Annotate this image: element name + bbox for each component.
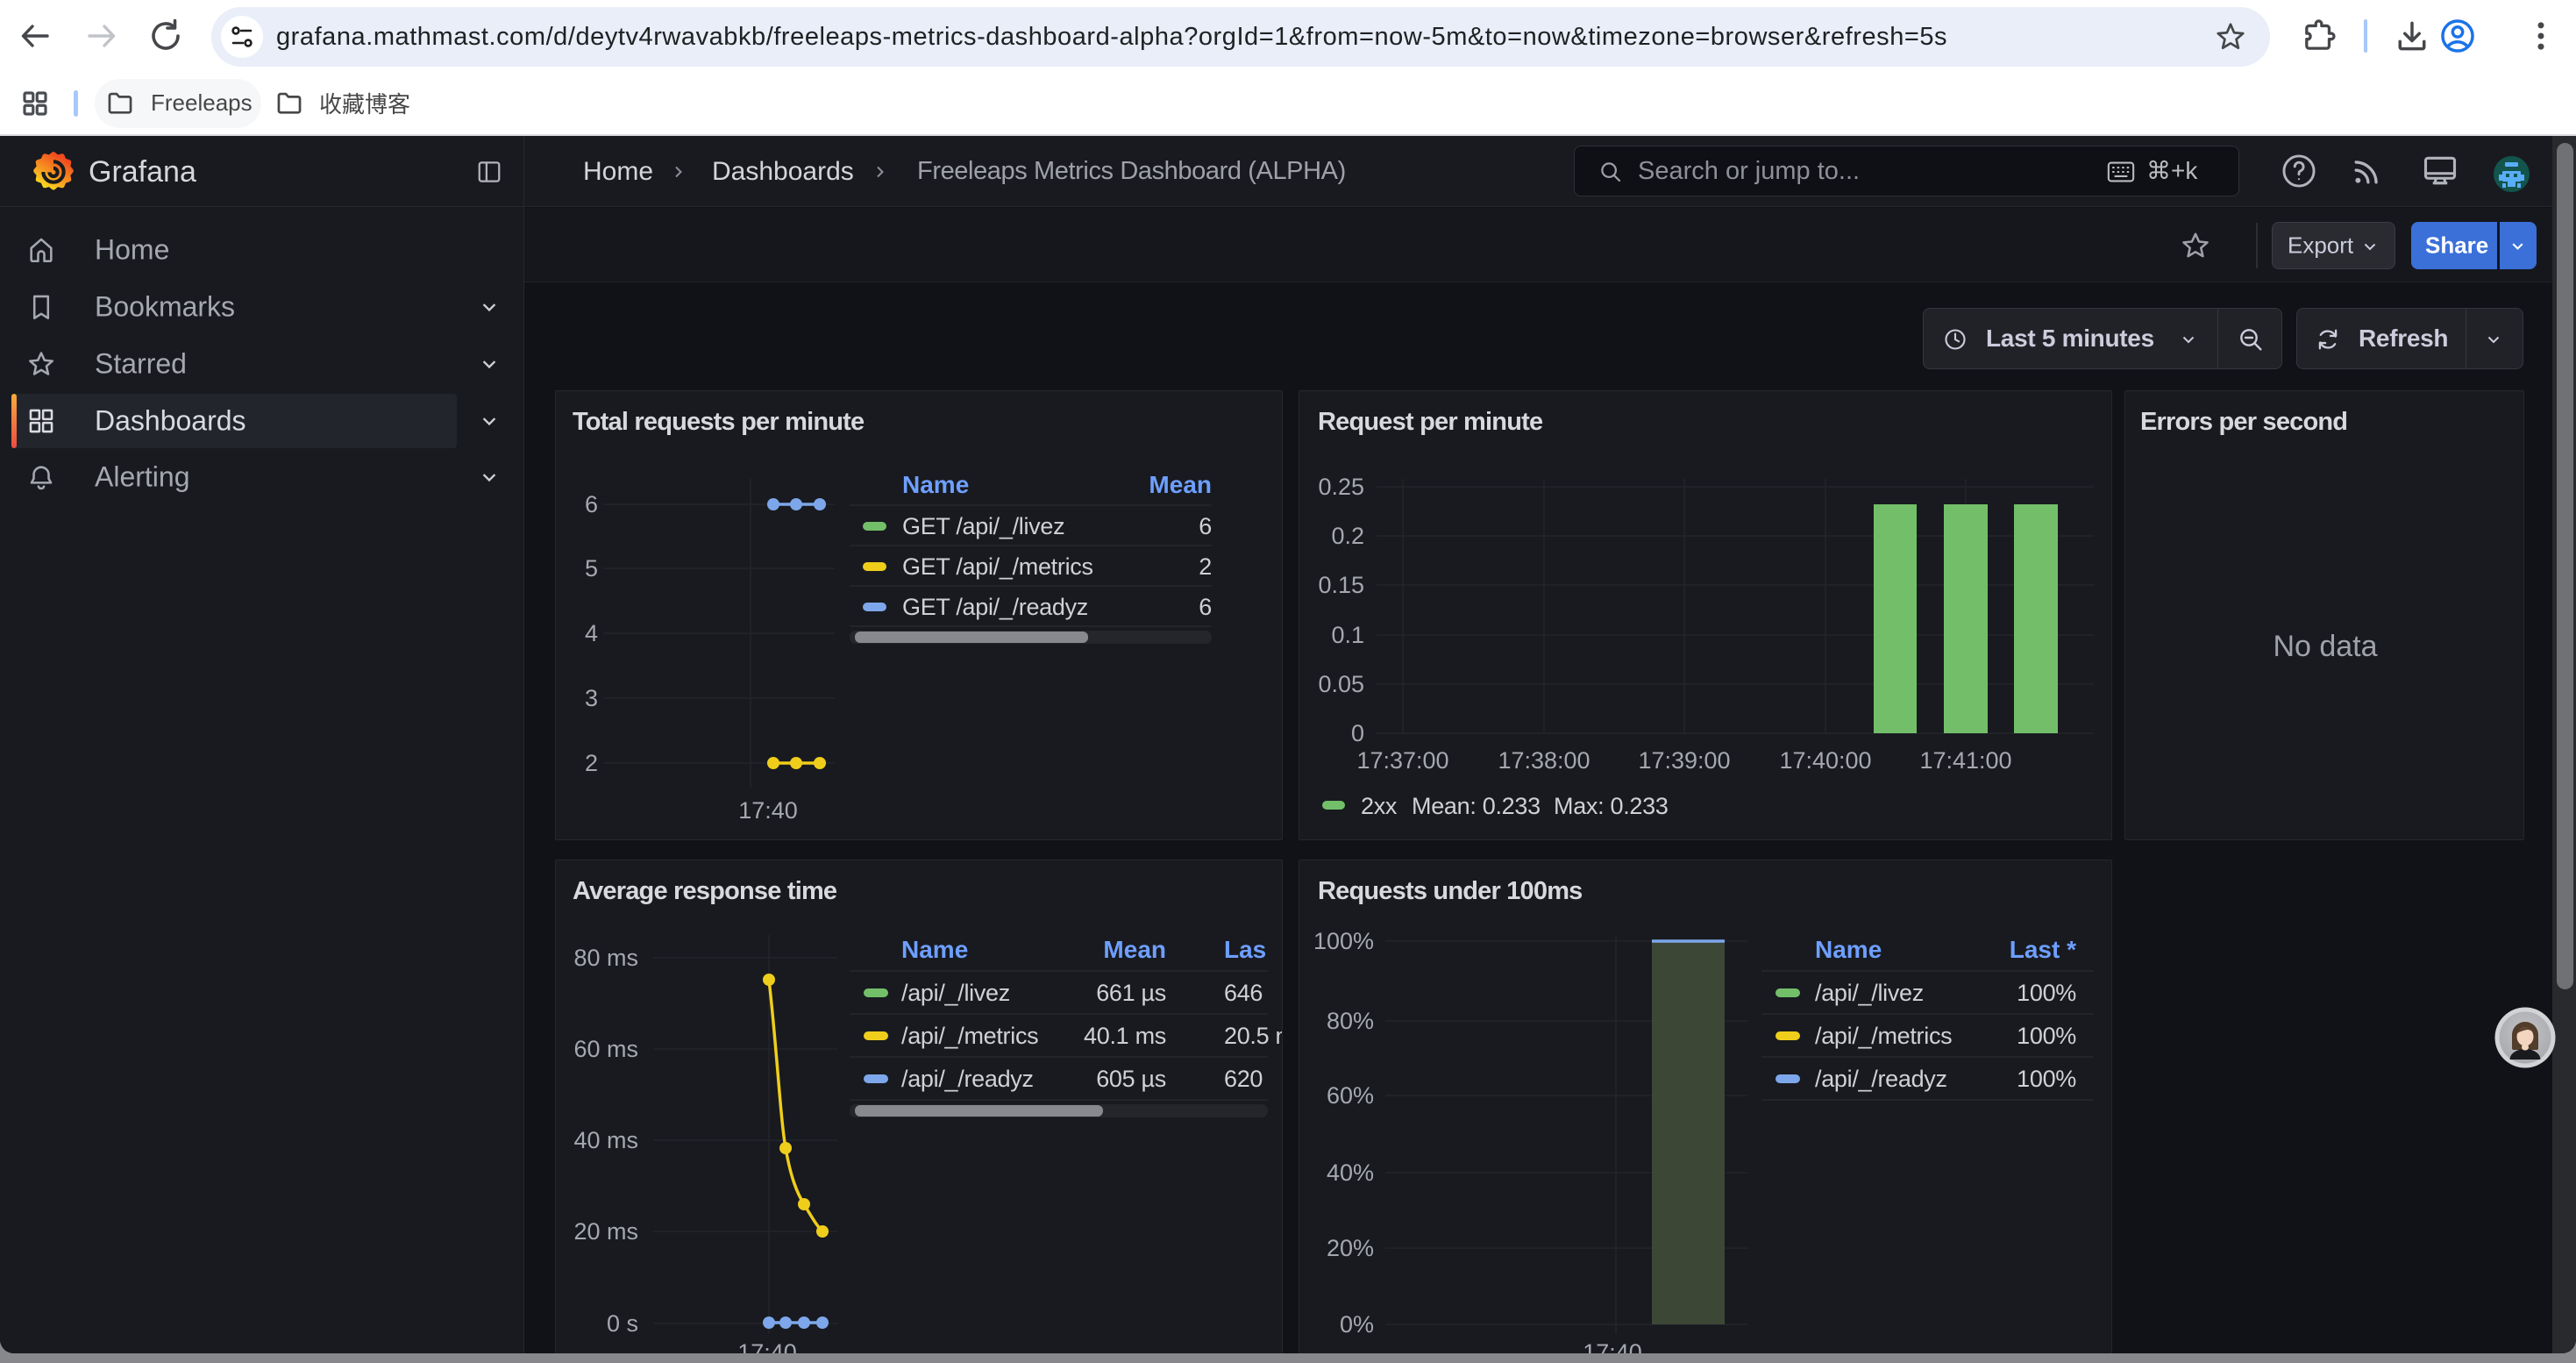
svg-text:/api/_/livez: /api/_/livez — [1815, 980, 1924, 1006]
svg-text:Last *: Last * — [2010, 936, 2076, 963]
svg-text:0.2: 0.2 — [1331, 523, 1364, 549]
svg-text:40 ms: 40 ms — [573, 1127, 638, 1153]
svg-text:17:40: 17:40 — [738, 797, 798, 824]
svg-text:620: 620 — [1224, 1066, 1263, 1092]
svg-text:17:39:00: 17:39:00 — [1638, 747, 1730, 774]
svg-text:0%: 0% — [1340, 1311, 1374, 1338]
svg-text:40%: 40% — [1327, 1160, 1374, 1186]
svg-text:17:37:00: 17:37:00 — [1356, 747, 1448, 774]
svg-text:GET /api/_/readyz: GET /api/_/readyz — [902, 594, 1088, 620]
svg-text:0.05: 0.05 — [1318, 671, 1364, 697]
svg-text:/api/_/readyz: /api/_/readyz — [1815, 1066, 1947, 1092]
svg-text:605 µs: 605 µs — [1096, 1066, 1166, 1092]
svg-text:2: 2 — [1199, 553, 1212, 580]
svg-text:17:40: 17:40 — [1583, 1339, 1642, 1353]
svg-text:6: 6 — [1199, 513, 1212, 539]
svg-text:0 s: 0 s — [607, 1310, 638, 1337]
svg-text:/api/_/metrics: /api/_/metrics — [901, 1023, 1038, 1049]
svg-text:5: 5 — [585, 555, 598, 582]
svg-text:20 ms: 20 ms — [573, 1218, 638, 1245]
svg-text:GET /api/_/livez: GET /api/_/livez — [902, 513, 1064, 539]
svg-text:20%: 20% — [1327, 1235, 1374, 1261]
svg-text:646: 646 — [1224, 980, 1263, 1006]
svg-text:GET /api/_/metrics: GET /api/_/metrics — [902, 553, 1093, 580]
svg-text:60%: 60% — [1327, 1082, 1374, 1109]
svg-text:Name: Name — [1815, 936, 1882, 963]
svg-text:0.25: 0.25 — [1318, 474, 1364, 500]
svg-text:100%: 100% — [2017, 1023, 2076, 1049]
svg-text:100%: 100% — [1313, 928, 1374, 954]
svg-text:/api/_/livez: /api/_/livez — [901, 980, 1010, 1006]
svg-text:80 ms: 80 ms — [573, 945, 638, 971]
svg-text:Name: Name — [902, 471, 969, 498]
svg-text:Max: 0.233: Max: 0.233 — [1554, 793, 1669, 819]
svg-text:20.5 n: 20.5 n — [1224, 1023, 1282, 1049]
svg-text:100%: 100% — [2017, 980, 2076, 1006]
svg-text:40.1 ms: 40.1 ms — [1084, 1023, 1166, 1049]
svg-text:Las: Las — [1224, 936, 1266, 963]
svg-text:Mean: Mean — [1149, 471, 1212, 498]
svg-text:17:38:00: 17:38:00 — [1498, 747, 1590, 774]
svg-text:0.15: 0.15 — [1318, 572, 1364, 598]
svg-text:60 ms: 60 ms — [573, 1036, 638, 1062]
svg-text:Mean: Mean — [1103, 936, 1166, 963]
svg-text:0: 0 — [1351, 720, 1364, 746]
svg-text:2xx: 2xx — [1361, 793, 1398, 819]
svg-text:17:40: 17:40 — [737, 1339, 797, 1353]
svg-text:100%: 100% — [2017, 1066, 2076, 1092]
svg-text:6: 6 — [585, 491, 598, 517]
svg-text:2: 2 — [585, 750, 598, 776]
svg-text:/api/_/metrics: /api/_/metrics — [1815, 1023, 1952, 1049]
svg-text:661 µs: 661 µs — [1096, 980, 1166, 1006]
svg-text:/api/_/readyz: /api/_/readyz — [901, 1066, 1034, 1092]
svg-text:80%: 80% — [1327, 1008, 1374, 1034]
svg-text:17:40:00: 17:40:00 — [1779, 747, 1871, 774]
svg-text:3: 3 — [585, 685, 598, 711]
svg-text:0.1: 0.1 — [1331, 622, 1364, 648]
svg-text:4: 4 — [585, 620, 598, 646]
svg-text:Mean: 0.233: Mean: 0.233 — [1412, 793, 1541, 819]
svg-text:Name: Name — [901, 936, 968, 963]
svg-text:6: 6 — [1199, 594, 1212, 620]
svg-text:17:41:00: 17:41:00 — [1919, 747, 2011, 774]
